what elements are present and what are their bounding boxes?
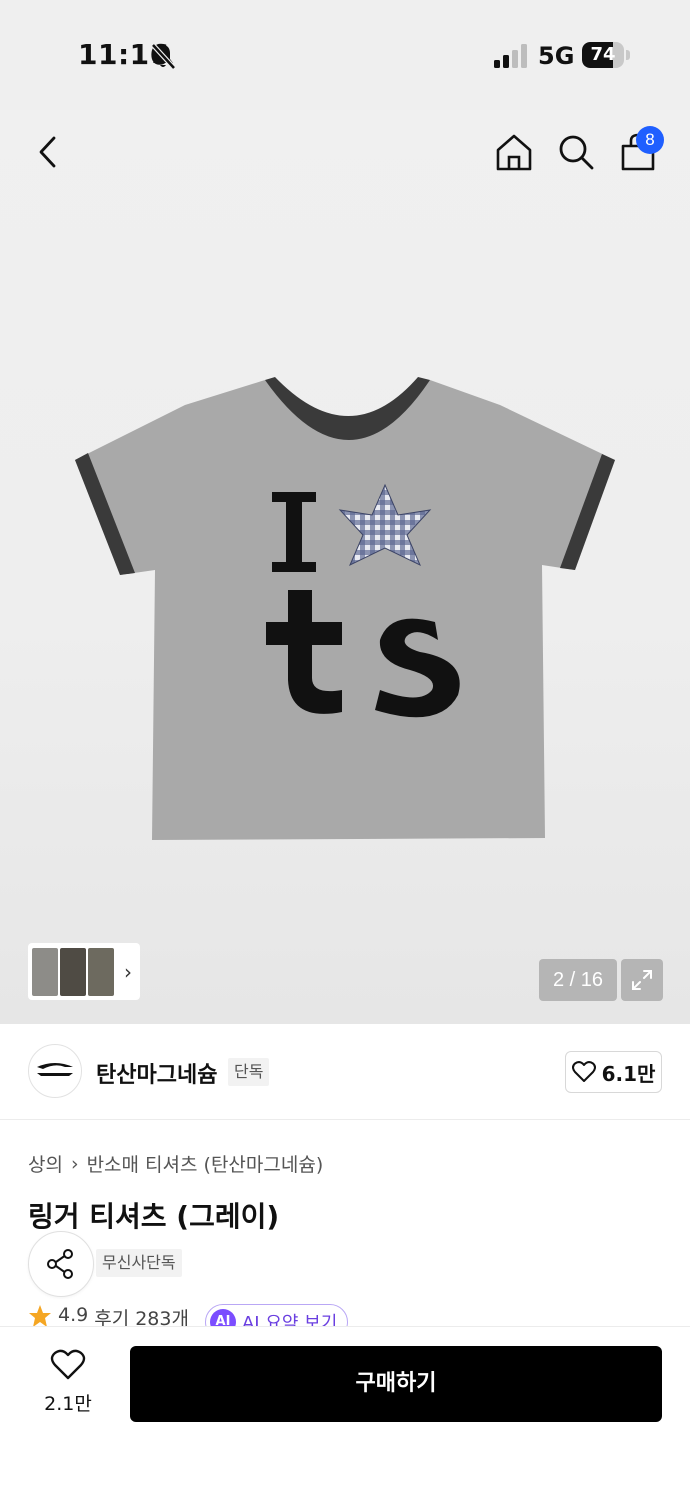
battery-percent: 74 — [590, 44, 616, 65]
thumbnail-2[interactable] — [60, 947, 86, 996]
chevron-right-icon: › — [70, 1152, 79, 1175]
ai-summary-label: AI 요약 보기 — [241, 1313, 338, 1326]
wishlist-count: 2.1만 — [44, 1393, 92, 1415]
brand-like-button[interactable]: 6.1만 — [565, 1051, 662, 1093]
brand-logo-icon — [37, 1063, 73, 1076]
cart-count-badge: 8 — [636, 126, 664, 154]
review-count[interactable]: 후기 283개 — [94, 1304, 189, 1326]
thumbnail-strip[interactable]: › — [28, 943, 140, 1000]
brand-like-count: 6.1만 — [601, 1061, 656, 1086]
brand-exclusive-tag: 단독 — [228, 1058, 270, 1086]
expand-icon — [632, 970, 652, 990]
brand-name[interactable]: 탄산마그네슘 — [96, 1057, 217, 1089]
rating-value: 4.9 — [58, 1304, 89, 1326]
share-button[interactable] — [28, 1231, 94, 1297]
search-icon — [559, 135, 594, 170]
product-tshirt-image — [75, 377, 615, 840]
heart-icon — [571, 1061, 596, 1082]
image-page-counter: 2 / 16 — [539, 959, 617, 1001]
breadcrumb-category[interactable]: 상의 — [28, 1150, 63, 1177]
share-icon — [47, 1249, 73, 1279]
heart-icon — [50, 1349, 86, 1380]
wishlist-button[interactable]: 2.1만 — [28, 1349, 108, 1423]
brand-row[interactable]: 탄산마그네슘 단독 6.1만 — [0, 1024, 690, 1120]
bell-muted-icon — [151, 43, 176, 70]
cart-button[interactable]: 8 — [614, 126, 664, 176]
thumbnail-1[interactable] — [32, 947, 58, 996]
thumbnail-3[interactable] — [88, 947, 114, 996]
buy-button[interactable]: 구매하기 — [130, 1346, 662, 1422]
ai-summary-button[interactable]: AI AI 요약 보기 — [204, 1304, 349, 1326]
home-icon — [496, 134, 532, 171]
product-title: 링거 티셔츠 (그레이) — [28, 1200, 280, 1233]
expand-gallery-button[interactable] — [621, 959, 663, 1001]
ai-badge: AI — [209, 1309, 236, 1326]
musinsa-exclusive-tag: 무신사단독 — [96, 1249, 182, 1277]
brand-logo[interactable] — [28, 1044, 82, 1098]
status-bar: 11:16 5G 74 — [0, 0, 690, 110]
home-button[interactable] — [490, 128, 538, 176]
network-label: 5G — [538, 42, 575, 70]
search-button[interactable] — [552, 128, 600, 176]
product-gallery[interactable]: 11:16 5G 74 8 › 2 / 16 — [0, 0, 690, 1024]
rating-row[interactable]: 4.9 후기 283개 AI AI 요약 보기 — [28, 1304, 349, 1326]
cellular-signal-icon — [494, 44, 527, 68]
bottom-action-bar: 2.1만 구매하기 — [0, 1326, 690, 1500]
battery-indicator: 74 — [582, 42, 630, 68]
breadcrumb-subcategory[interactable]: 반소매 티셔츠 (탄산마그네슘) — [87, 1150, 324, 1177]
chevron-left-icon — [39, 136, 56, 168]
star-icon — [29, 1305, 51, 1326]
breadcrumb: 상의 › 반소매 티셔츠 (탄산마그네슘) — [28, 1150, 323, 1177]
top-navigation: 8 — [0, 110, 690, 194]
back-button[interactable] — [24, 128, 72, 176]
chevron-right-icon: › — [124, 959, 132, 984]
